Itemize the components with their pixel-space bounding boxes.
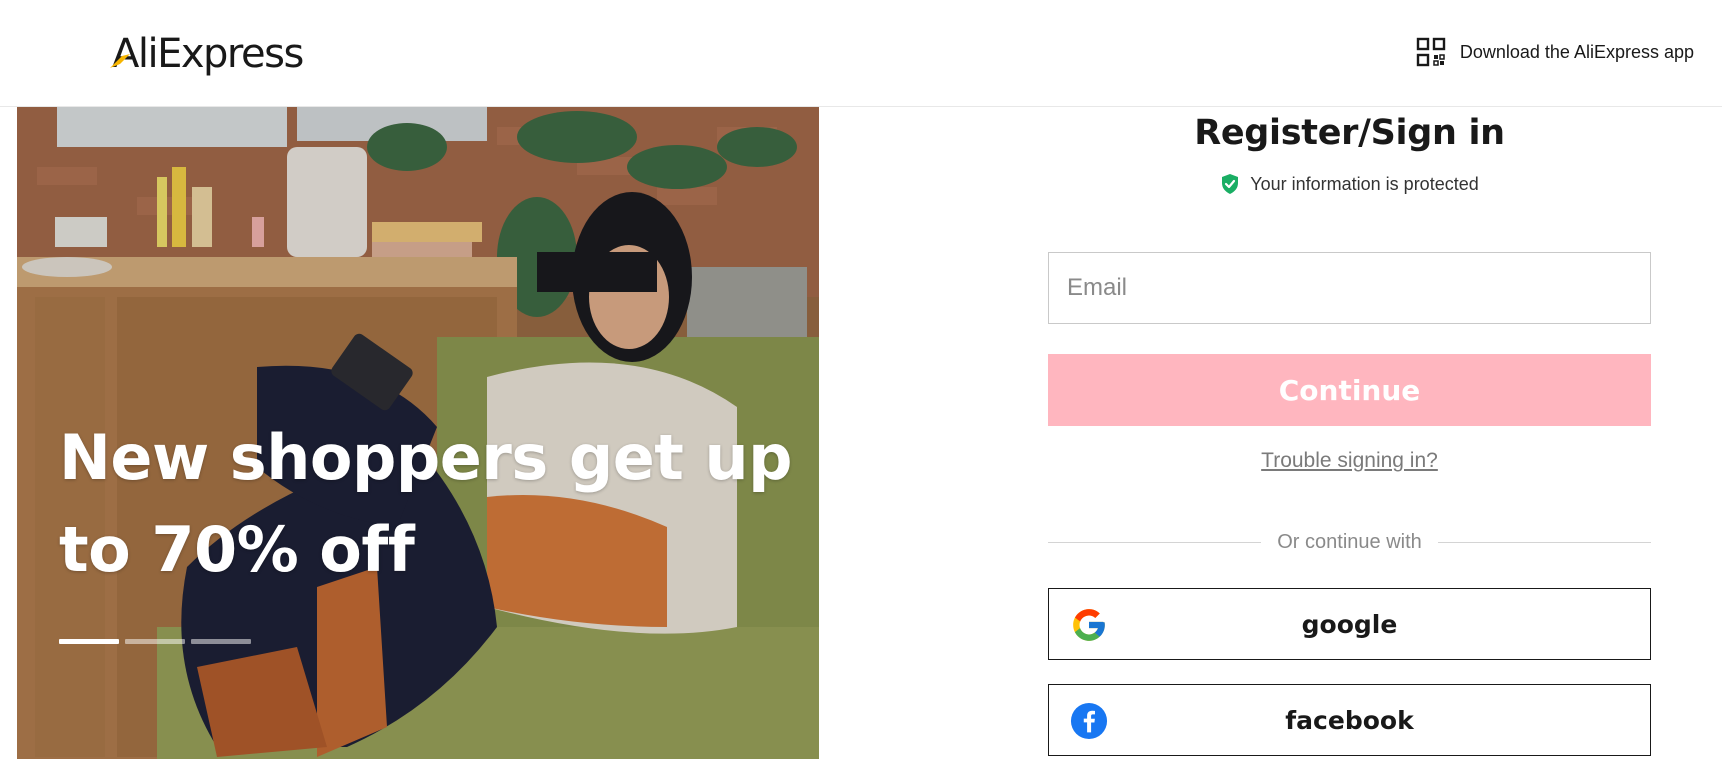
email-field[interactable]	[1048, 252, 1651, 324]
divider-label: Or continue with	[1277, 530, 1422, 553]
trouble-signing-in-link[interactable]: Trouble signing in?	[1048, 449, 1651, 473]
facebook-signin-label: facebook	[1285, 705, 1414, 735]
divider-line-left	[1048, 541, 1262, 543]
shield-check-icon	[1222, 174, 1239, 194]
social-divider: Or continue with	[1048, 527, 1652, 557]
divider-line-right	[1437, 541, 1652, 543]
promo-banner[interactable]: New shoppers get up to 70% off	[17, 107, 819, 759]
aliexpress-logo[interactable]: AliExpress	[110, 26, 304, 82]
qr-code-icon	[1416, 37, 1446, 67]
site-header: AliExpress Download the AliExpress app	[0, 0, 1722, 107]
google-signin-label: google	[1301, 609, 1398, 639]
facebook-signin-button[interactable]: facebook	[1048, 684, 1651, 756]
continue-button[interactable]: Continue	[1048, 354, 1651, 426]
download-app-label: Download the AliExpress app	[1459, 41, 1694, 62]
promo-headline-line1: New shoppers get up	[59, 421, 793, 494]
carousel-indicators	[59, 639, 251, 644]
carousel-dot-1[interactable]	[59, 639, 119, 644]
security-notice: Your information is protected	[1048, 173, 1651, 195]
carousel-dot-2[interactable]	[125, 639, 185, 644]
promo-headline-line2: to 70% off	[59, 513, 415, 586]
logo-text: AliExpress	[112, 31, 304, 77]
google-icon	[1073, 609, 1105, 641]
facebook-icon	[1070, 702, 1108, 740]
google-signin-button[interactable]: google	[1048, 588, 1651, 660]
carousel-dot-3[interactable]	[191, 639, 251, 644]
logo-star-icon	[110, 54, 130, 68]
page-title: Register/Sign in	[1194, 113, 1505, 153]
promo-headline: New shoppers get up to 70% off	[59, 412, 799, 596]
security-notice-text: Your information is protected	[1250, 173, 1479, 194]
download-app-link[interactable]: Download the AliExpress app	[1416, 36, 1694, 68]
